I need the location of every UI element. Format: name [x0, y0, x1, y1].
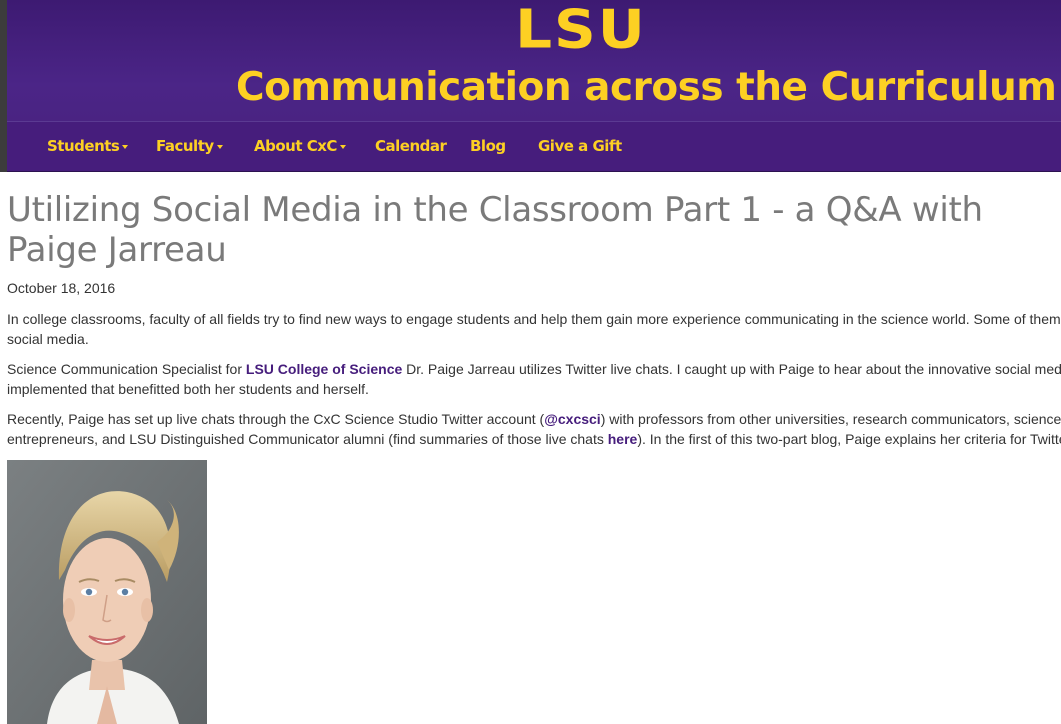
nav-calendar-label: Calendar: [375, 137, 447, 155]
left-edge-strip: [0, 0, 7, 172]
site-title[interactable]: Communication across the Curriculum: [236, 64, 1057, 112]
paragraph-3-line-1: Recently, Paige has set up live chats th…: [7, 409, 1061, 429]
post-paragraph-2: Science Communication Specialist for LSU…: [7, 359, 1061, 399]
nav-about-cxc[interactable]: About CxC: [254, 122, 346, 172]
nav-faculty-label: Faculty: [156, 137, 214, 155]
paragraph-3-line-2: entrepreneurs, and LSU Distinguished Com…: [7, 429, 1061, 449]
chevron-down-icon: [339, 144, 346, 149]
chevron-down-icon: [122, 144, 129, 149]
nav-calendar[interactable]: Calendar: [375, 122, 447, 172]
nav-blog[interactable]: Blog: [470, 122, 506, 172]
main-nav: Students Faculty About CxC Calendar Blog…: [7, 121, 1061, 172]
paragraph-3-text-pre: Recently, Paige has set up live chats th…: [7, 411, 545, 427]
nav-students[interactable]: Students: [47, 122, 129, 172]
post-paragraph-3: Recently, Paige has set up live chats th…: [7, 409, 1061, 449]
paragraph-2-text-post: Dr. Paige Jarreau utilizes Twitter live …: [402, 361, 1061, 377]
nav-give-a-gift[interactable]: Give a Gift: [538, 122, 622, 172]
nav-faculty[interactable]: Faculty: [156, 122, 223, 172]
paragraph-2-text-pre: Science Communication Specialist for: [7, 361, 246, 377]
paragraph-3-text-post: ) with professors from other universitie…: [600, 411, 1061, 427]
chevron-down-icon: [216, 144, 223, 149]
live-chat-summaries-link[interactable]: here: [608, 431, 638, 447]
portrait-photo: [7, 460, 207, 724]
lsu-logo[interactable]: LSU: [507, 2, 655, 55]
post-date: October 18, 2016: [7, 280, 116, 296]
nav-about-cxc-label: About CxC: [254, 137, 337, 155]
paragraph-1-line-2: social media.: [7, 331, 89, 347]
lsu-college-of-science-link[interactable]: LSU College of Science: [246, 361, 402, 377]
post-paragraph-1: In college classrooms, faculty of all fi…: [7, 309, 1061, 349]
nav-blog-label: Blog: [470, 137, 506, 155]
paragraph-2-line-2: implemented that benefitted both her stu…: [7, 381, 369, 397]
paragraph-2-line-1: Science Communication Specialist for LSU…: [7, 359, 1061, 379]
paragraph-3-line-2-pre: entrepreneurs, and LSU Distinguished Com…: [7, 431, 608, 447]
nav-give-a-gift-label: Give a Gift: [538, 137, 622, 155]
paragraph-1-line-1: In college classrooms, faculty of all fi…: [7, 311, 1061, 327]
site-header: LSU Communication across the Curriculum: [7, 0, 1061, 121]
nav-students-label: Students: [47, 137, 120, 155]
cxcsci-twitter-link[interactable]: @cxcsci: [544, 411, 600, 427]
post-title: Utilizing Social Media in the Classroom …: [7, 190, 983, 270]
paragraph-3-line-2-post: ). In the first of this two-part blog, P…: [637, 431, 1061, 447]
